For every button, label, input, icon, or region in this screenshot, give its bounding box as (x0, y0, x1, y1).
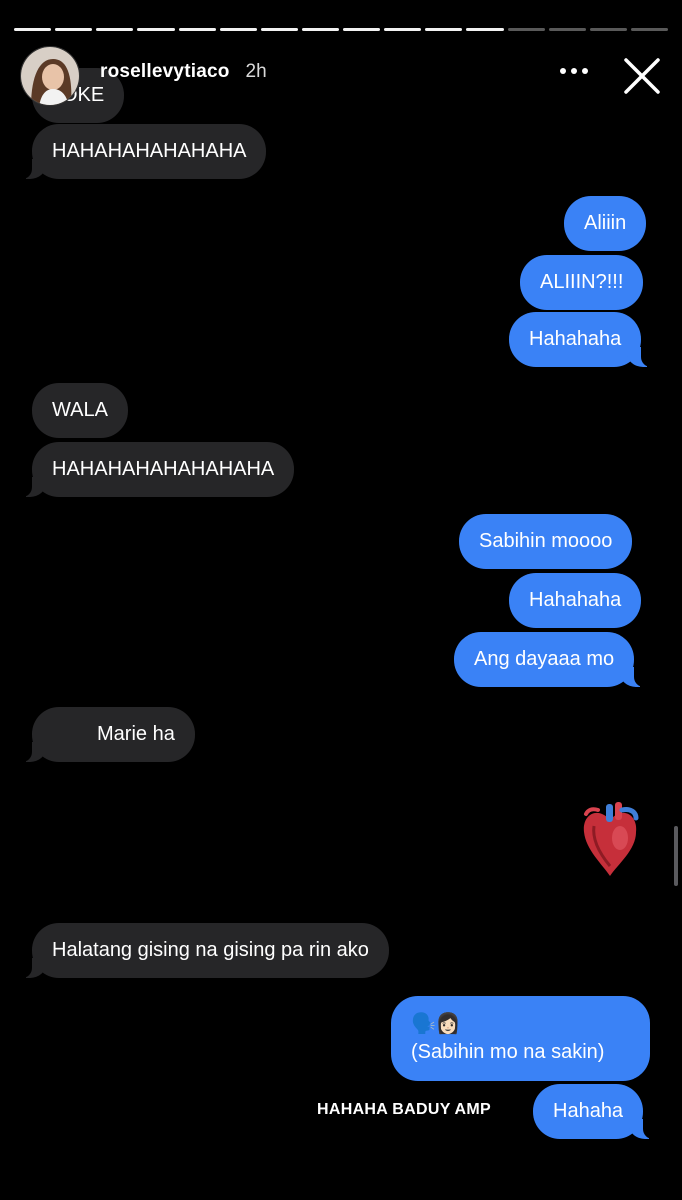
incoming-message: WALA (32, 383, 128, 438)
outgoing-message: Hahaha (533, 1084, 654, 1139)
close-button[interactable] (622, 56, 662, 96)
story-header: rosellevytiaco 2h (20, 44, 662, 108)
incoming-message: Halatang gising na gising pa rin ako (22, 923, 389, 978)
more-horizontal-icon (560, 68, 566, 74)
incoming-message: Marie ha (22, 707, 195, 762)
story-time: 2h (245, 61, 267, 82)
more-horizontal-icon (571, 68, 577, 74)
chat-screenshot: JOKE HAHAHAHAHAHAHA Aliiin ALIIIN?!!! Ha… (0, 0, 682, 1200)
close-icon (624, 58, 660, 94)
scrollbar[interactable] (674, 826, 678, 886)
outgoing-message: ALIIIN?!!! (520, 255, 644, 310)
outgoing-message: Hahahaha (509, 312, 652, 367)
more-options-button[interactable] (560, 68, 588, 74)
outgoing-message: Aliiin (564, 196, 647, 251)
story-username[interactable]: rosellevytiaco (100, 61, 230, 83)
anatomical-heart-icon (583, 802, 639, 876)
message-emoji: 🗣️👩🏻 (411, 1013, 461, 1035)
incoming-message: HAHAHAHAHAHAHA (21, 124, 267, 179)
incoming-message: HAHAHAHAHAHAHAHA (21, 442, 295, 497)
outgoing-message: 🗣️👩🏻 (Sabihin mo na sakin) (391, 996, 650, 1081)
story-caption: HAHAHA BADUY AMP (317, 1101, 491, 1118)
outgoing-message: Sabihin moooo (459, 514, 633, 569)
profile-photo-icon (21, 47, 79, 105)
outgoing-message: Hahahaha (509, 573, 642, 628)
more-horizontal-icon (582, 68, 588, 74)
message-text: (Sabihin mo na sakin) (411, 1041, 605, 1063)
outgoing-message: Ang dayaaa mo (454, 632, 645, 687)
avatar[interactable] (20, 46, 80, 106)
